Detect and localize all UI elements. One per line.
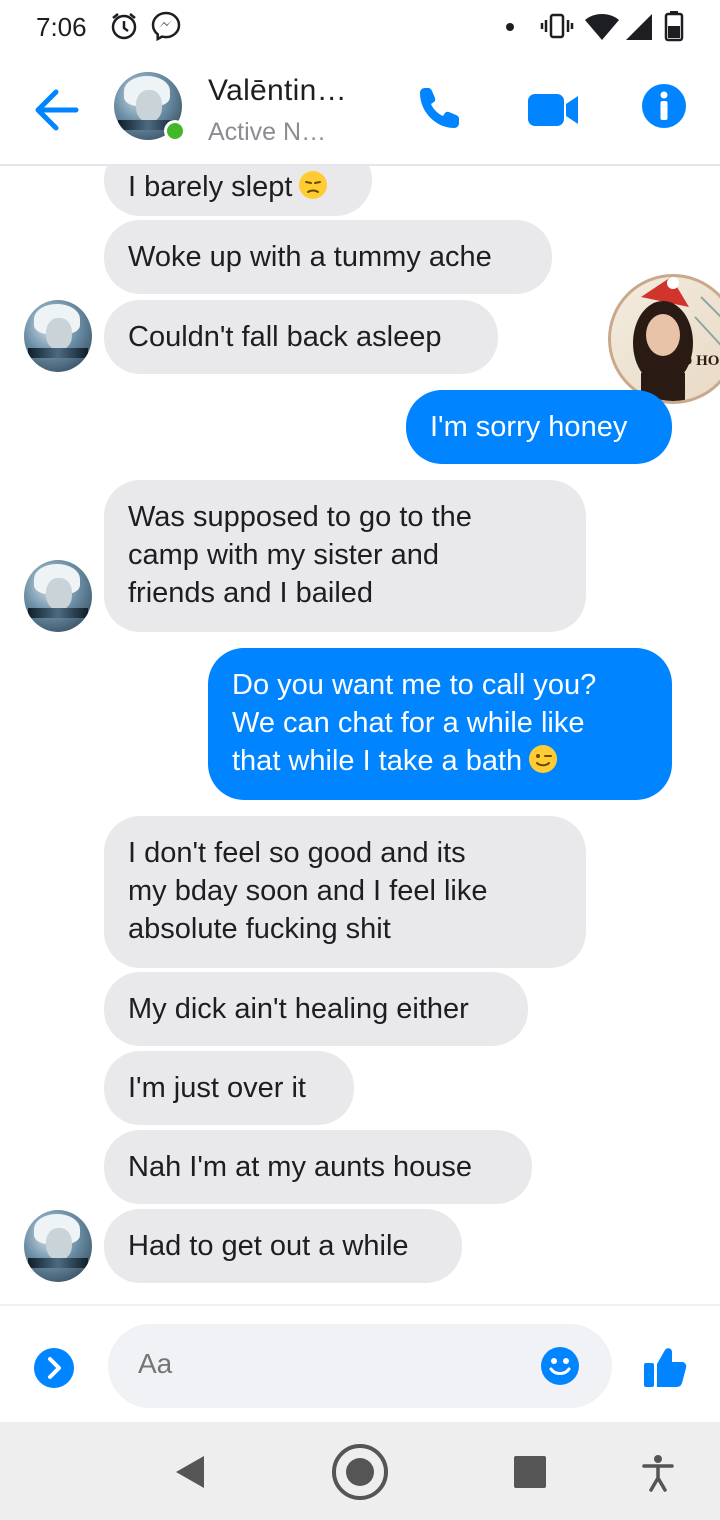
video-icon[interactable] xyxy=(528,92,580,133)
winking-face-icon xyxy=(529,745,558,773)
arrow-left-icon xyxy=(35,89,79,131)
emoji-icon[interactable] xyxy=(540,1346,580,1386)
notification-dot-icon xyxy=(504,20,516,38)
disappointed-face-icon xyxy=(299,171,328,199)
info-icon[interactable] xyxy=(640,82,688,135)
message-text: My dick ain't healing either xyxy=(128,993,469,1025)
conversation-header: Valēntin… Active N… xyxy=(0,56,720,166)
status-time: 7:06 xyxy=(36,12,87,42)
message-text: Had to get out a while xyxy=(128,1230,409,1262)
message-line: We can chat for a while like xyxy=(232,707,585,739)
chat-head-avatar[interactable]: HO HO H xyxy=(608,274,720,404)
message-line: my bday soon and I feel like xyxy=(128,875,488,907)
vibrate-icon xyxy=(540,10,574,47)
recents-nav-icon[interactable] xyxy=(514,1456,546,1493)
incoming-message[interactable]: Was supposed to go to the camp with my s… xyxy=(104,480,586,632)
contact-avatar[interactable] xyxy=(114,72,186,142)
message-input[interactable] xyxy=(138,1348,518,1380)
message-text: Woke up with a tummy ache xyxy=(128,241,492,273)
message-line: that while I take a bath xyxy=(232,745,523,777)
back-button[interactable] xyxy=(30,86,82,134)
incoming-message[interactable]: My dick ain't healing either xyxy=(104,972,528,1046)
message-text: Couldn't fall back asleep xyxy=(128,321,442,353)
incoming-message[interactable]: Woke up with a tummy ache xyxy=(104,220,552,294)
message-text: I'm sorry honey xyxy=(430,411,628,443)
incoming-message[interactable]: Had to get out a while xyxy=(104,1209,462,1283)
message-line: friends and I bailed xyxy=(128,577,374,609)
wifi-icon xyxy=(584,12,620,47)
message-text: I barely slept xyxy=(128,171,293,203)
message-line: absolute fucking shit xyxy=(128,913,391,945)
system-nav-bar xyxy=(0,1422,720,1520)
message-input-box[interactable] xyxy=(108,1324,612,1408)
messenger-icon xyxy=(150,10,182,47)
online-indicator xyxy=(164,120,186,142)
composer-bar xyxy=(0,1304,720,1422)
message-line: camp with my sister and xyxy=(128,539,440,571)
sender-avatar[interactable] xyxy=(24,300,92,372)
chevron-right-icon xyxy=(48,1357,61,1379)
incoming-message[interactable]: I barely slept xyxy=(104,166,372,216)
status-bar: 7:06 xyxy=(0,0,720,56)
signal-icon xyxy=(624,12,654,47)
contact-name[interactable]: Valēntin… xyxy=(208,74,347,108)
chat-head-caption: HO HO H xyxy=(669,353,720,369)
outgoing-message[interactable]: Do you want me to call you? We can chat … xyxy=(208,648,672,800)
chat-head-photo xyxy=(633,277,720,401)
back-nav-icon[interactable] xyxy=(172,1454,206,1495)
incoming-message[interactable]: Couldn't fall back asleep xyxy=(104,300,498,374)
message-text: Nah I'm at my aunts house xyxy=(128,1151,473,1183)
incoming-message[interactable]: I don't feel so good and its my bday soo… xyxy=(104,816,586,968)
message-line: Do you want me to call you? xyxy=(232,669,597,701)
thumbs-up-icon[interactable] xyxy=(642,1344,688,1390)
incoming-message[interactable]: I'm just over it xyxy=(104,1051,354,1125)
phone-icon[interactable] xyxy=(416,84,464,137)
expand-actions-button[interactable] xyxy=(34,1348,74,1388)
outgoing-message[interactable]: I'm sorry honey xyxy=(406,390,672,464)
message-line: Was supposed to go to the xyxy=(128,501,472,533)
incoming-message[interactable]: Nah I'm at my aunts house xyxy=(104,1130,532,1204)
message-text: I'm just over it xyxy=(128,1072,306,1104)
sender-avatar[interactable] xyxy=(24,560,92,632)
alarm-icon xyxy=(108,10,140,47)
home-nav-icon[interactable] xyxy=(330,1442,390,1507)
accessibility-icon[interactable] xyxy=(642,1454,674,1497)
message-line: I don't feel so good and its xyxy=(128,837,466,869)
sender-avatar[interactable] xyxy=(24,1210,92,1282)
contact-status: Active N… xyxy=(208,118,327,146)
message-list[interactable]: I barely slept Woke up with a tummy ache… xyxy=(0,166,720,1304)
battery-icon xyxy=(664,10,684,47)
